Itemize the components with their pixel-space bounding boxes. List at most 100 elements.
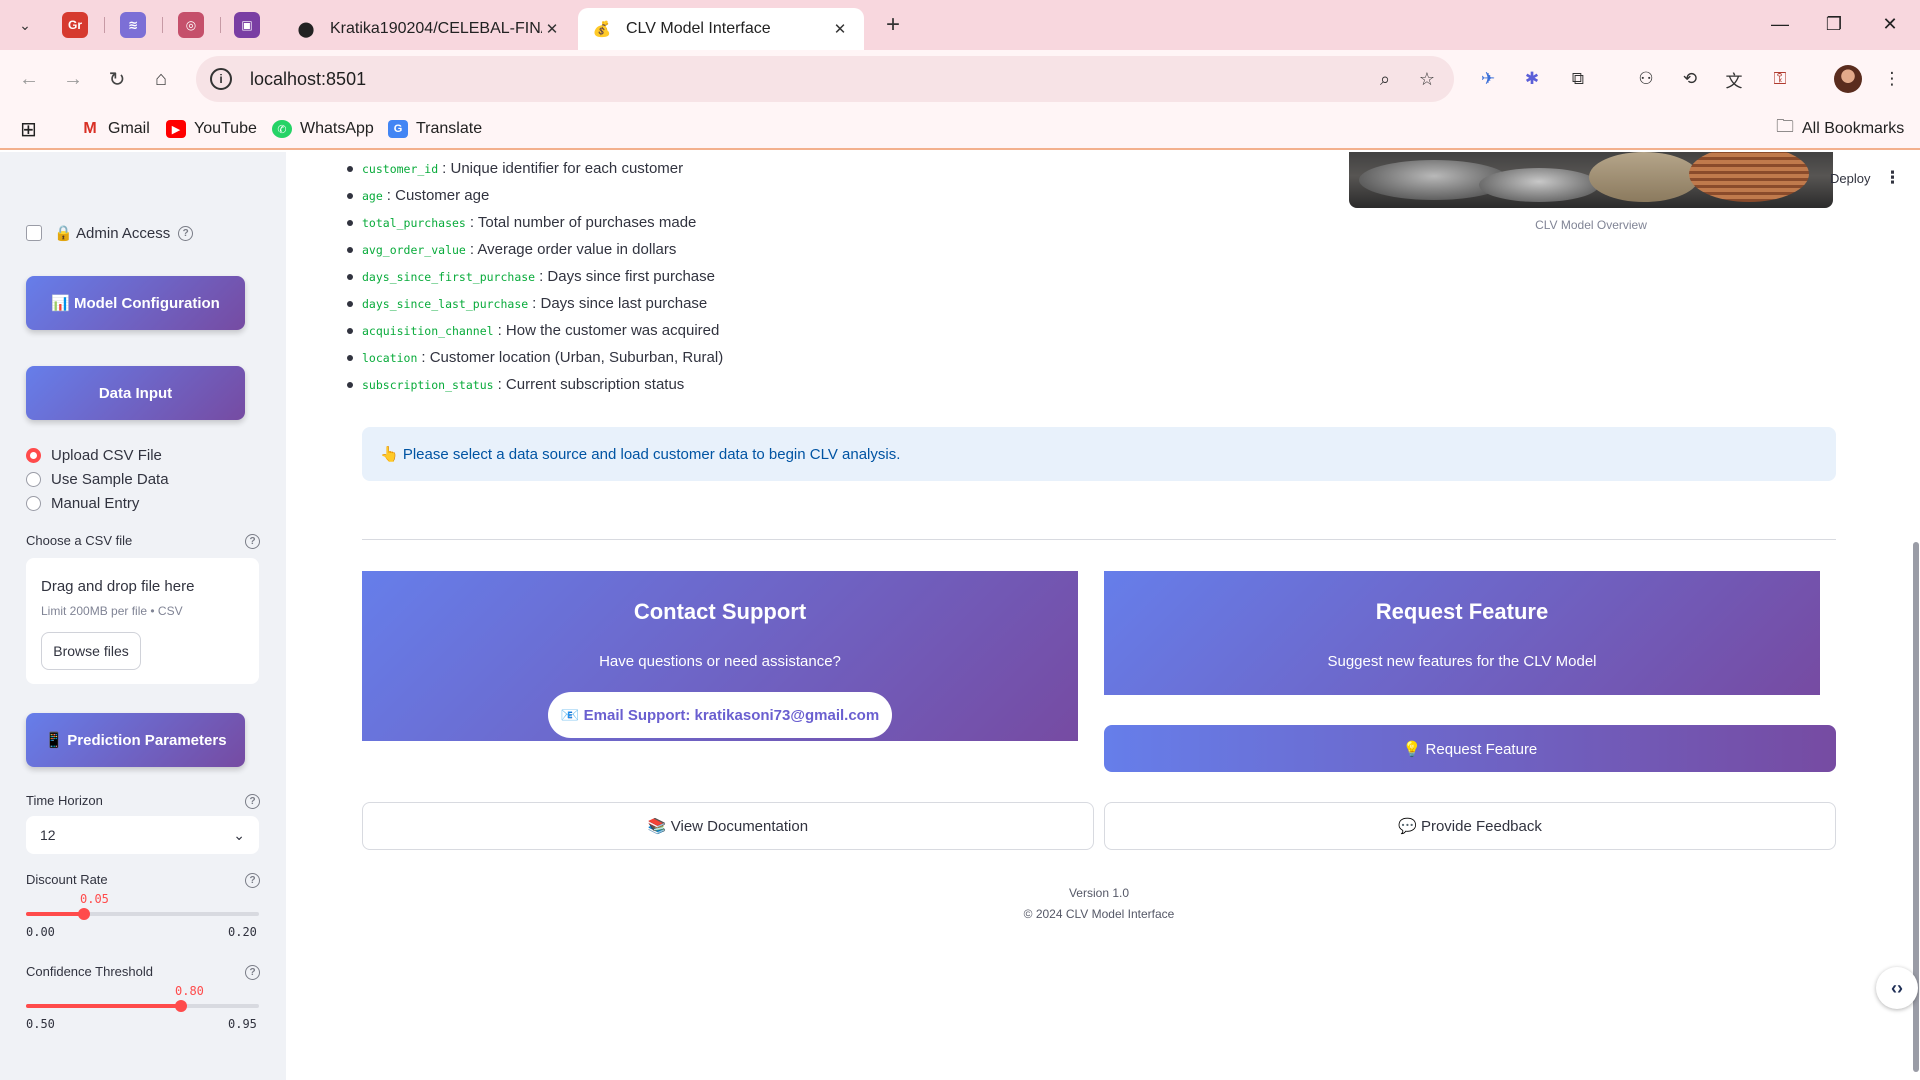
admin-access-checkbox[interactable]: 🔒 Admin Access ?: [26, 224, 194, 242]
history-icon[interactable]: ⟲: [1676, 65, 1704, 93]
bookmark-translate[interactable]: G Translate: [388, 116, 482, 142]
youtube-icon: ▶: [166, 120, 186, 138]
browser-toolbar: ← → ↻ ⌂ i localhost:8501 ⌕ ☆ ✈ ✱ ⧉ ⚇ ⟲ 文…: [0, 50, 1920, 108]
whatsapp-icon: ✆: [272, 120, 292, 138]
pinned-tab-stack-icon[interactable]: ≋: [120, 12, 146, 38]
bookmark-whatsapp[interactable]: ✆ WhatsApp: [272, 116, 374, 142]
extension-gear-icon[interactable]: ✱: [1518, 65, 1546, 93]
column-desc: : Days since last purchase: [532, 295, 708, 312]
slider-max-label: 0.95: [228, 1017, 257, 1031]
provide-feedback-button[interactable]: 💬 Provide Feedback: [1104, 802, 1836, 850]
bookmark-star-icon[interactable]: ☆: [1412, 64, 1442, 94]
help-icon[interactable]: ?: [245, 794, 260, 809]
sidebar: 🔒 Admin Access ? 📊 Model Configuration D…: [0, 152, 286, 1080]
image-caption: CLV Model Overview: [1535, 218, 1647, 232]
incognito-icon[interactable]: ⚇: [1632, 65, 1660, 93]
radio-button[interactable]: [26, 472, 41, 487]
radio-upload-csv[interactable]: Upload CSV File: [26, 447, 162, 464]
radio-sample-data[interactable]: Use Sample Data: [26, 471, 169, 488]
confidence-threshold-slider[interactable]: [26, 1000, 259, 1012]
tab-search-chevron-icon[interactable]: ⌄: [12, 13, 38, 37]
list-item: days_since_last_purchase: Days since las…: [347, 295, 708, 312]
confidence-threshold-label: Confidence Threshold: [26, 964, 153, 979]
site-info-icon[interactable]: i: [210, 68, 232, 90]
tab-clv-model-interface[interactable]: 💰 CLV Model Interface ✕: [578, 8, 864, 50]
minimize-icon[interactable]: —: [1762, 10, 1798, 38]
github-icon: ⬤: [297, 21, 315, 38]
drop-text: Drag and drop file here: [41, 578, 195, 595]
address-bar[interactable]: i localhost:8501 ⌕ ☆: [196, 56, 1454, 102]
help-icon[interactable]: ?: [245, 965, 260, 980]
help-icon[interactable]: ?: [245, 534, 260, 549]
app-menu-icon[interactable]: ⋮: [1884, 168, 1901, 188]
select-value: 12: [40, 827, 56, 843]
help-icon[interactable]: ?: [245, 873, 260, 888]
extensions-puzzle-icon[interactable]: ⧉: [1564, 65, 1592, 93]
pinned-tab-circle-icon[interactable]: ◎: [178, 12, 204, 38]
column-desc: : Current subscription status: [497, 376, 685, 393]
email-support-button[interactable]: 📧 Email Support: kratikasoni73@gmail.com: [548, 692, 892, 738]
all-bookmarks[interactable]: 🗀 All Bookmarks: [1776, 116, 1904, 142]
tab-github[interactable]: ⬤ Kratika190204/CELEBAL-FINAL- ✕: [282, 8, 576, 50]
time-horizon-select[interactable]: 12 ⌄: [26, 816, 259, 854]
checkbox-box[interactable]: [26, 225, 42, 241]
browse-files-button[interactable]: Browse files: [41, 632, 141, 670]
gmail-icon: M: [83, 120, 97, 137]
slider-thumb[interactable]: [175, 1000, 188, 1012]
profile-avatar[interactable]: [1834, 65, 1862, 93]
column-desc: : Average order value in dollars: [469, 241, 677, 258]
bookmark-gmail[interactable]: M Gmail: [80, 116, 149, 142]
apps-grid-icon[interactable]: ⊞: [20, 116, 37, 142]
close-icon[interactable]: ✕: [830, 19, 850, 39]
deploy-button[interactable]: Deploy: [1830, 171, 1870, 186]
reload-icon[interactable]: ↻: [102, 64, 132, 94]
slider-min-label: 0.00: [26, 925, 55, 939]
forward-icon[interactable]: →: [58, 64, 88, 94]
radio-label: Upload CSV File: [51, 447, 162, 464]
scrollbar[interactable]: [1912, 152, 1920, 1080]
help-icon[interactable]: ?: [178, 225, 194, 241]
slider-thumb[interactable]: [78, 908, 91, 920]
window-close-icon[interactable]: ✕: [1872, 10, 1908, 38]
extension-bird-icon[interactable]: ✈: [1474, 65, 1502, 93]
file-uploader-dropzone[interactable]: Drag and drop file here Limit 200MB per …: [26, 558, 259, 684]
browser-menu-icon[interactable]: ⋮: [1878, 65, 1906, 93]
confidence-threshold-value: 0.80: [175, 984, 204, 998]
model-configuration-header: 📊 Model Configuration: [26, 276, 245, 330]
radio-button[interactable]: [26, 448, 41, 463]
money-bag-icon: 💰: [592, 21, 612, 38]
url-text[interactable]: localhost:8501: [250, 69, 1370, 90]
radio-manual-entry[interactable]: Manual Entry: [26, 495, 139, 512]
home-icon[interactable]: ⌂: [146, 64, 176, 94]
column-code: subscription_status: [362, 377, 494, 392]
contact-support-title: Contact Support: [633, 599, 807, 624]
tab-title: CLV Model Interface: [626, 20, 771, 37]
list-item: subscription_status: Current subscriptio…: [347, 376, 685, 393]
clv-overview-image: [1349, 152, 1833, 208]
password-key-icon[interactable]: ⚿: [1766, 65, 1794, 93]
back-icon[interactable]: ←: [14, 64, 44, 94]
request-feature-button[interactable]: 💡 Request Feature: [1104, 725, 1836, 772]
zoom-icon[interactable]: ⌕: [1370, 64, 1400, 94]
slider-fill: [26, 912, 85, 916]
pinned-tab-gr-icon[interactable]: Gr: [62, 12, 88, 38]
discount-rate-slider[interactable]: [26, 908, 259, 920]
view-documentation-button[interactable]: 📚 View Documentation: [362, 802, 1094, 850]
restore-icon[interactable]: ❐: [1816, 10, 1852, 38]
close-icon[interactable]: ✕: [542, 19, 562, 39]
code-inspector-icon[interactable]: ‹›: [1876, 967, 1918, 1009]
radio-button[interactable]: [26, 496, 41, 511]
chevron-down-icon: ⌄: [233, 826, 245, 843]
column-code: days_since_last_purchase: [362, 296, 529, 311]
pinned-tab-presentation-icon[interactable]: ▣: [234, 12, 260, 38]
column-desc: : Customer age: [386, 187, 490, 204]
translate-page-icon[interactable]: 文: [1720, 65, 1748, 93]
contact-support-subtitle: Have questions or need assistance?: [599, 653, 841, 670]
discount-rate-value: 0.05: [80, 892, 109, 906]
new-tab-icon[interactable]: +: [880, 11, 906, 38]
column-code: customer_id: [362, 161, 439, 176]
divider: [362, 539, 1836, 540]
slider-fill: [26, 1004, 182, 1008]
discount-rate-label: Discount Rate: [26, 872, 108, 887]
bookmark-youtube[interactable]: ▶ YouTube: [166, 116, 257, 142]
